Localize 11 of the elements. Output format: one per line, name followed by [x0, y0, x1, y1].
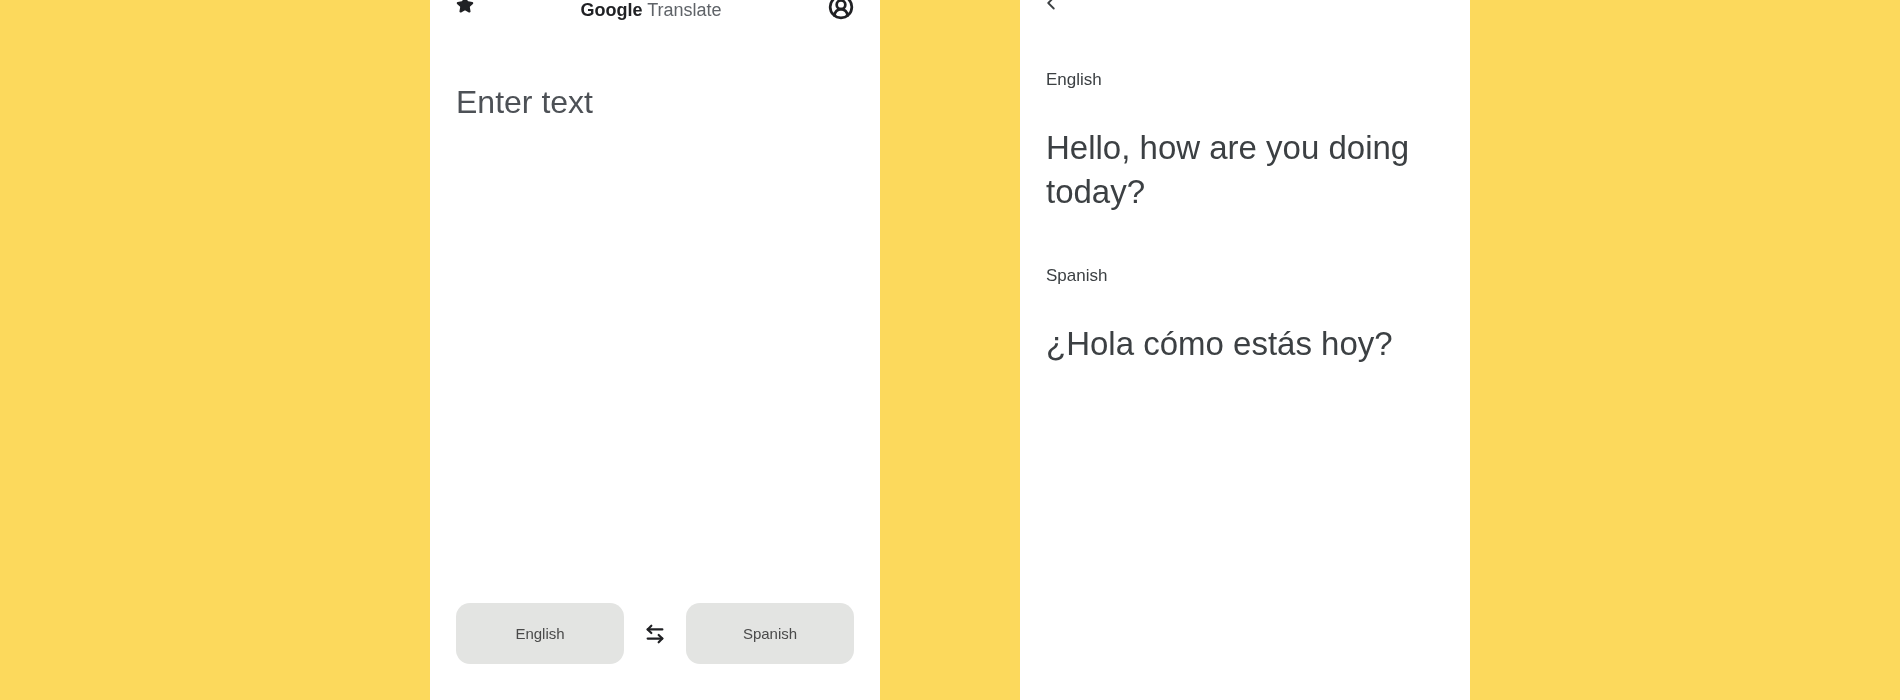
star-icon[interactable]: [456, 0, 474, 14]
app-title: Google Translate: [580, 0, 722, 20]
input-field[interactable]: Enter text: [456, 84, 854, 603]
language-label: Spanish: [1046, 266, 1109, 286]
account-icon[interactable]: [828, 0, 854, 20]
swap-button[interactable]: [644, 622, 666, 645]
translation-text: ¿Hola cómo estás hoy?: [1046, 324, 1394, 364]
language-label: English: [1046, 70, 1103, 90]
translation-text: Hello, how are you doing today?: [1046, 128, 1411, 212]
language-button[interactable]: Spanish: [686, 603, 854, 664]
language-button[interactable]: English: [456, 603, 624, 664]
